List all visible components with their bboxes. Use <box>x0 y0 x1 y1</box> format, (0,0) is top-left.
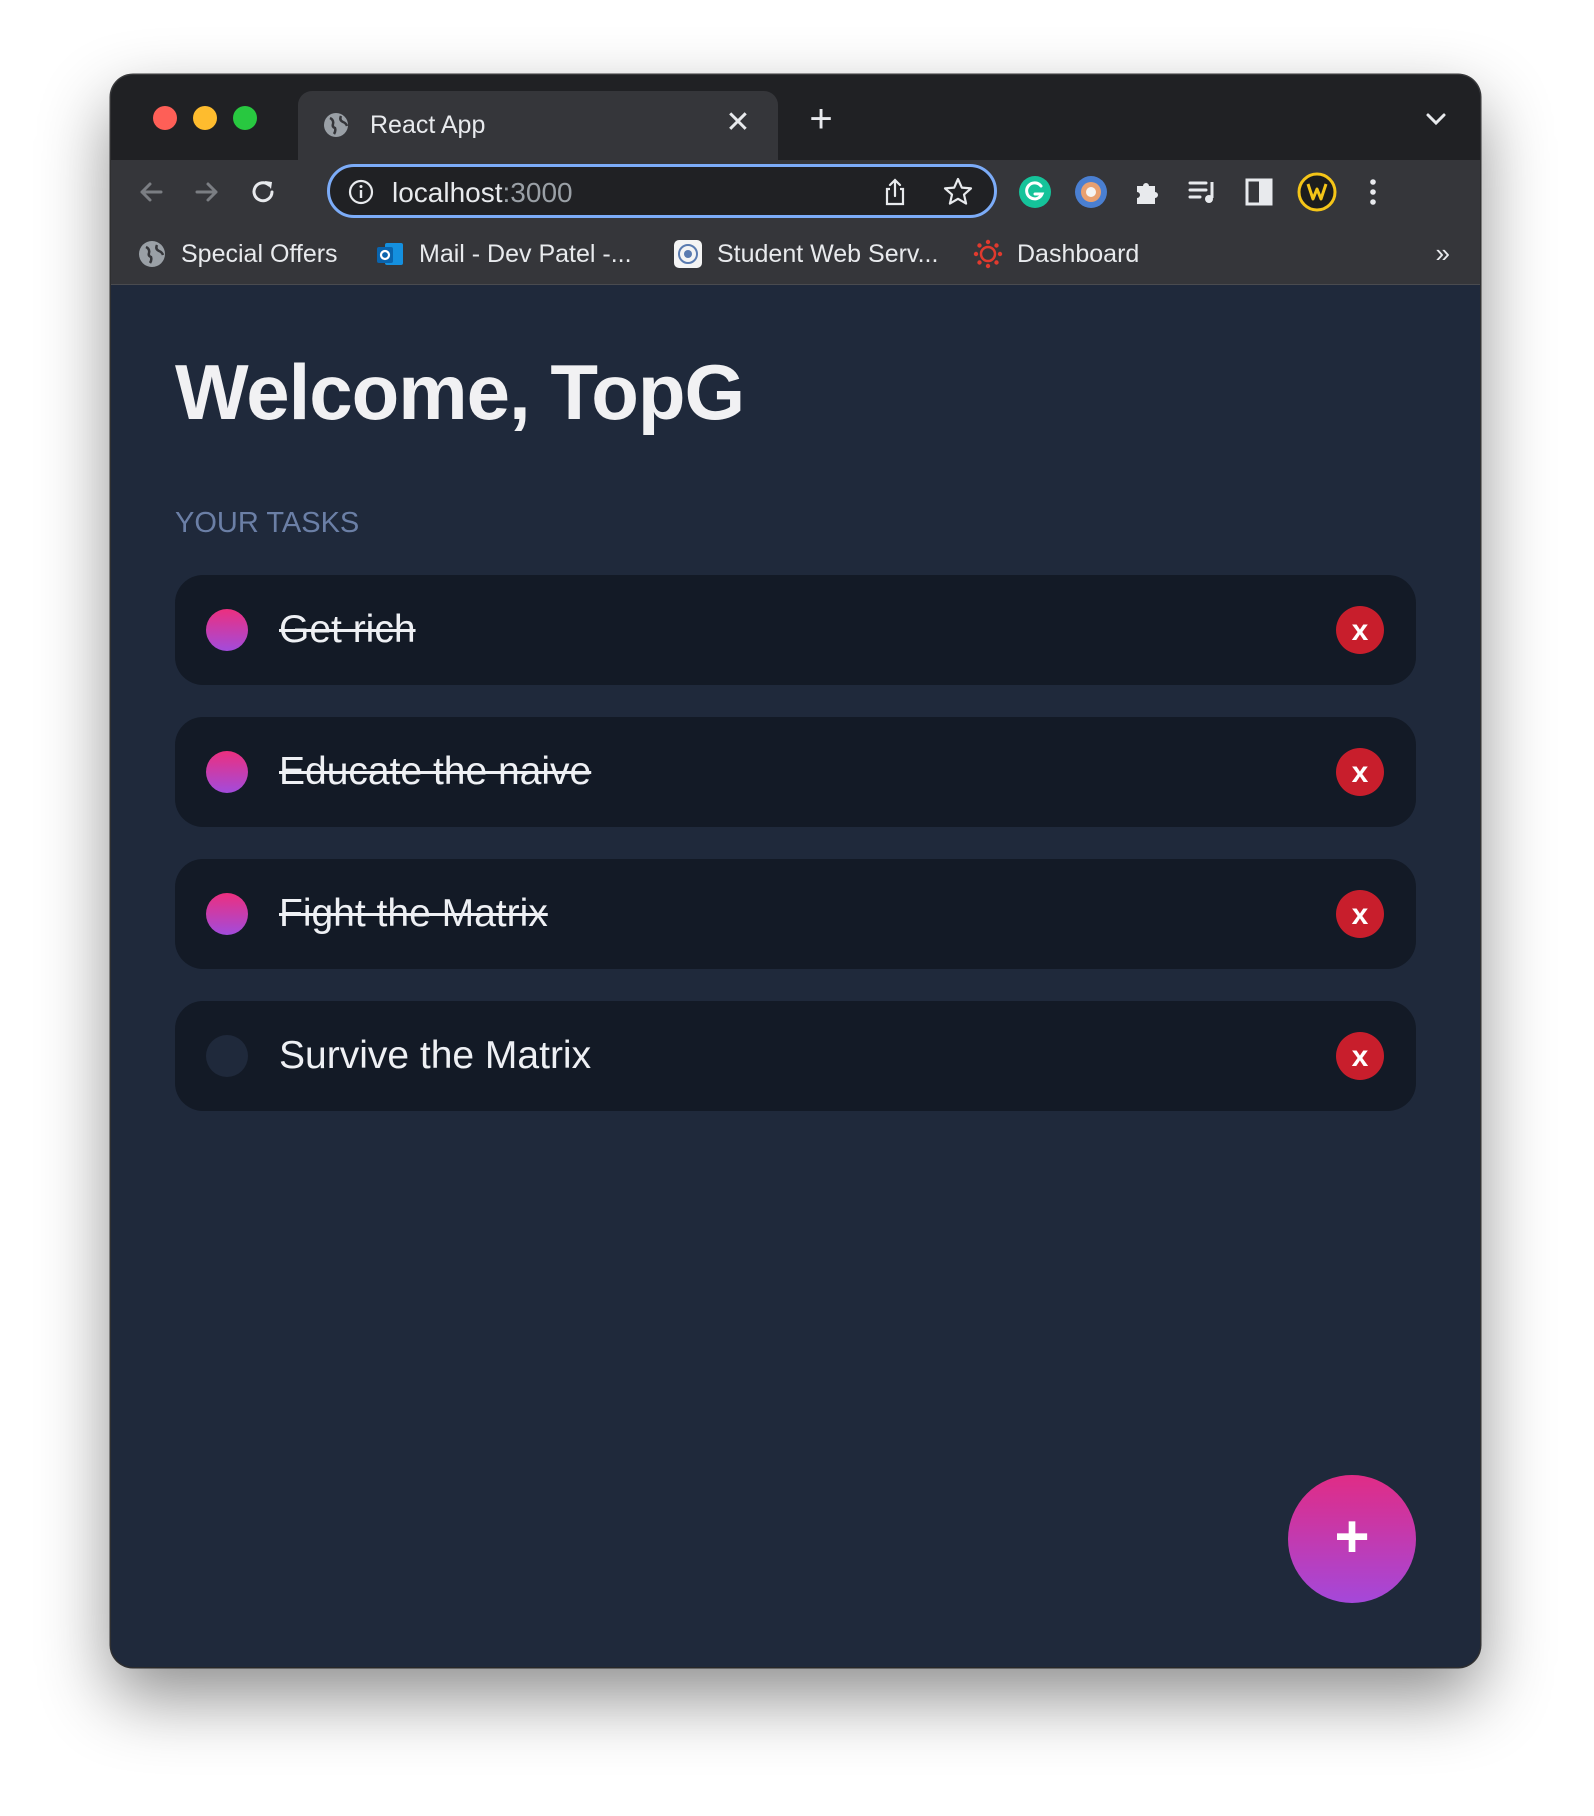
forward-arrow-icon[interactable] <box>189 174 225 210</box>
minimize-window-button[interactable] <box>193 106 217 130</box>
bookmark-mail[interactable]: Mail - Dev Patel -... <box>375 236 632 272</box>
url-host: localhost <box>392 177 503 208</box>
bookmark-label: Student Web Serv... <box>717 239 939 268</box>
task-item: Get rich x <box>175 575 1416 685</box>
task-text: Get rich <box>279 608 416 651</box>
globe-icon <box>139 241 165 267</box>
task-checkbox[interactable] <box>206 751 248 793</box>
bookmarks-bar: Special Offers Mail - Dev Patel -... Stu… <box>111 224 1480 285</box>
bookmark-special-offers[interactable]: Special Offers <box>137 236 338 272</box>
bookmark-star-icon[interactable] <box>942 176 974 208</box>
bookmark-label: Mail - Dev Patel -... <box>419 239 632 268</box>
maximize-window-button[interactable] <box>233 106 257 130</box>
task-checkbox[interactable] <box>206 1035 248 1077</box>
wallet-icon[interactable] <box>1297 172 1337 212</box>
tab-strip: React App ✕ + <box>111 75 1480 160</box>
grammarly-icon[interactable] <box>1017 174 1053 210</box>
task-text: Fight the Matrix <box>279 892 548 935</box>
university-seal-icon <box>674 240 702 268</box>
delete-task-button[interactable]: x <box>1336 890 1384 938</box>
bookmark-label: Special Offers <box>181 239 338 268</box>
sidebar-icon[interactable] <box>1241 174 1277 210</box>
info-icon[interactable] <box>348 179 374 205</box>
back-arrow-icon[interactable] <box>133 174 169 210</box>
reading-list-icon[interactable] <box>1185 174 1221 210</box>
canvas-icon <box>973 239 1003 269</box>
bookmark-label: Dashboard <box>1017 239 1140 268</box>
address-url: localhost:3000 <box>392 177 573 209</box>
tracking-extension-icon[interactable] <box>1073 174 1109 210</box>
page-title: Welcome, TopG <box>175 348 745 436</box>
new-tab-button[interactable]: + <box>799 99 843 143</box>
chevron-down-icon[interactable] <box>1420 103 1452 135</box>
add-task-button[interactable]: + <box>1288 1475 1416 1603</box>
kebab-menu-icon[interactable] <box>1355 174 1391 210</box>
tab-title: React App <box>370 111 486 139</box>
tab-react-app[interactable]: React App ✕ <box>298 91 778 160</box>
bookmarks-overflow-button[interactable]: » <box>1436 238 1450 269</box>
globe-icon <box>324 113 349 137</box>
toolbar: localhost:3000 <box>111 160 1480 224</box>
delete-task-button[interactable]: x <box>1336 748 1384 796</box>
outlook-icon <box>377 243 403 265</box>
section-label: YOUR TASKS <box>175 507 360 539</box>
task-item: Survive the Matrix x <box>175 1001 1416 1111</box>
tab-close-icon[interactable]: ✕ <box>720 105 756 141</box>
delete-task-button[interactable]: x <box>1336 606 1384 654</box>
task-checkbox[interactable] <box>206 893 248 935</box>
task-item: Educate the naive x <box>175 717 1416 827</box>
share-icon[interactable] <box>880 177 910 207</box>
task-text: Educate the naive <box>279 750 592 793</box>
delete-task-button[interactable]: x <box>1336 1032 1384 1080</box>
url-port: :3000 <box>502 177 573 208</box>
bookmark-dashboard[interactable]: Dashboard <box>973 236 1139 272</box>
browser-window: React App ✕ + localhost:3000 Special Off… <box>111 75 1480 1667</box>
task-checkbox[interactable] <box>206 609 248 651</box>
bookmark-student-web-services[interactable]: Student Web Serv... <box>673 236 938 272</box>
puzzle-icon[interactable] <box>1129 174 1165 210</box>
app-content: Welcome, TopG YOUR TASKS Get rich x Educ… <box>111 285 1480 1667</box>
reload-icon[interactable] <box>245 174 281 210</box>
address-bar[interactable]: localhost:3000 <box>327 164 997 218</box>
task-text: Survive the Matrix <box>279 1034 592 1077</box>
close-window-button[interactable] <box>153 106 177 130</box>
task-item: Fight the Matrix x <box>175 859 1416 969</box>
